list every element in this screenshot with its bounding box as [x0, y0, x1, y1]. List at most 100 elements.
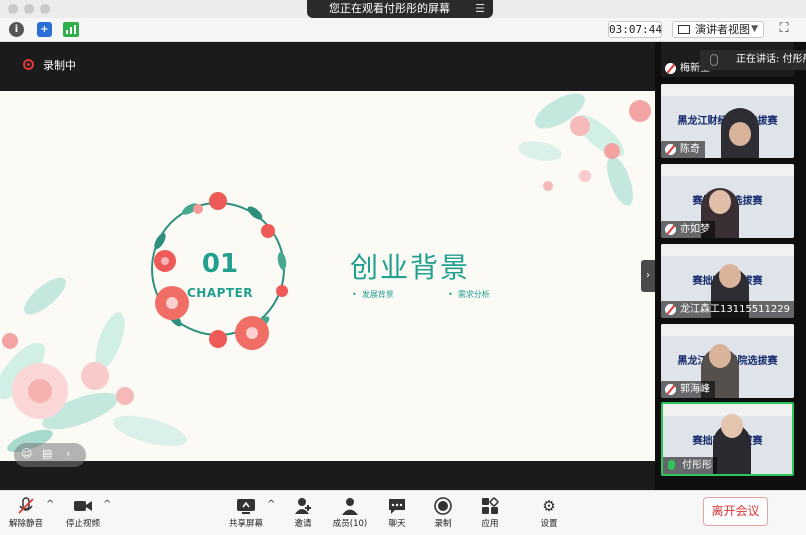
chevron-up-icon[interactable]: ^ [103, 499, 111, 510]
invite-button[interactable]: 邀请 [288, 491, 318, 535]
participant-head [729, 122, 751, 146]
participant-tile[interactable]: 赛拙赛区选拔赛 亦如梦 [661, 164, 794, 238]
record-button[interactable]: 录制 [428, 491, 458, 535]
mic-muted-icon [665, 304, 676, 315]
participant-name: 亦如梦 [680, 224, 710, 235]
chevron-down-icon: ▼ [751, 24, 758, 34]
active-speaker-indicator: 正在讲话: 付彤彤 [700, 50, 806, 70]
share-screen-label: 共享屏幕 [228, 519, 263, 529]
chevron-up-icon[interactable]: ^ [267, 499, 275, 510]
invite-icon [293, 496, 313, 516]
chapter-number: 01 [201, 249, 239, 279]
fullscreen-icon[interactable]: ⛶ [776, 21, 792, 37]
banner-logo-strip [661, 84, 794, 96]
chapter-label: CHAPTER [186, 286, 254, 300]
record-icon [433, 496, 453, 516]
share-screen-button[interactable]: 共享屏幕 [227, 491, 265, 535]
settings-label: 设置 [540, 519, 558, 529]
mic-icon [668, 460, 675, 470]
presentation-slide: 01 CHAPTER 创业背景 • 发展背景 • 需求分析 [0, 91, 655, 461]
participant-head [721, 414, 743, 438]
gear-icon: ⚙ [542, 497, 556, 515]
screen-share-banner[interactable]: 您正在观看付彤彤的屏幕 ☰ [307, 0, 493, 18]
mic-muted-icon [665, 63, 676, 74]
participant-namebar: 陈奇 [661, 141, 705, 158]
leave-meeting-button[interactable]: 离开会议 [703, 497, 768, 526]
mic-muted-icon [665, 224, 676, 235]
participant-tile[interactable]: 赛拙赛区选拔赛 付彤彤 [661, 402, 794, 476]
slide-bullet-1: • 发展背景 [352, 290, 394, 299]
slide-bullet-2-text: 需求分析 [457, 290, 490, 299]
minimize-window-icon[interactable] [24, 4, 34, 14]
slide-bullet-1-text: 发展背景 [361, 290, 394, 299]
recording-indicator: 录制中 [23, 57, 76, 73]
view-mode-label: 演讲者视图 [695, 23, 750, 36]
speaker-view-icon [678, 25, 690, 34]
floral-decoration [0, 93, 651, 453]
participant-tile[interactable]: 黑龙江财经学院选拔赛 陈奇 [661, 84, 794, 158]
emoji-icon[interactable]: ☺ [21, 447, 32, 460]
meeting-window: 您正在观看付彤彤的屏幕 ☰ i + 03:07:44 演讲者视图 ▼ ⛶ 录制中 [0, 0, 806, 535]
record-dot-icon [23, 59, 34, 70]
participant-head [709, 344, 731, 368]
mic-muted-icon [665, 384, 676, 395]
members-button[interactable]: 成员(10) [331, 491, 369, 535]
slide-bullet-2: • 需求分析 [448, 290, 490, 299]
participant-name: 陈奇 [680, 144, 700, 155]
participant-namebar: 郭海峰 [661, 381, 715, 398]
members-label: 成员(10) [332, 519, 368, 529]
banner-logo-strip [661, 164, 794, 176]
chat-label: 聊天 [388, 519, 406, 529]
view-mode-dropdown[interactable]: 演讲者视图 ▼ [672, 21, 764, 38]
participant-head [709, 190, 731, 214]
participant-tile[interactable]: 赛拙赛区选拔赛 龙江森工13115511229 [661, 244, 794, 318]
video-icon [73, 496, 93, 516]
participant-namebar: 亦如梦 [661, 221, 715, 238]
settings-button[interactable]: ⚙ 设置 [534, 491, 564, 535]
unmute-label: 解除静音 [8, 519, 43, 529]
stop-video-label: 停止视频 [65, 519, 100, 529]
active-speaker-label: 正在讲话: 付彤彤 [736, 54, 806, 65]
participant-name: 龙江森工13115511229 [680, 304, 790, 315]
meeting-controls-bar: 解除静音 ^ 停止视频 ^ 共享屏幕 ^ 邀请 成员(10) 聊天 录制 应用 … [0, 490, 806, 535]
chevron-up-icon[interactable]: ^ [46, 499, 54, 510]
shared-screen-area: 录制中 01 CHAPTER 创业背景 • 发展背景 • 需求分析 › ☺ ▤ … [0, 42, 655, 490]
apps-label: 应用 [481, 519, 499, 529]
participant-head [719, 264, 741, 288]
invite-label: 邀请 [294, 519, 312, 529]
apps-button[interactable]: 应用 [475, 491, 505, 535]
mic-off-icon [16, 496, 36, 516]
stop-video-button[interactable]: 停止视频 [63, 491, 103, 535]
collapse-panel-handle[interactable]: › [641, 260, 655, 292]
participant-tile[interactable]: 黑龙江财经学院选拔赛 郭海峰 [661, 324, 794, 398]
meeting-timer: 03:07:44 [608, 21, 662, 38]
banner-logo-strip [661, 244, 794, 256]
record-label: 录制 [434, 519, 452, 529]
signal-bars-icon[interactable] [63, 22, 79, 37]
chevron-left-icon[interactable]: ‹ [66, 447, 70, 460]
recording-label: 录制中 [43, 59, 76, 72]
reaction-toolbar[interactable]: ☺ ▤ ‹ [14, 443, 86, 467]
info-icon[interactable]: i [9, 22, 24, 37]
menu-lines-icon[interactable]: ☰ [475, 0, 485, 18]
close-window-icon[interactable] [8, 4, 18, 14]
window-titlebar: 您正在观看付彤彤的屏幕 ☰ [0, 0, 806, 18]
chat-button[interactable]: 聊天 [382, 491, 412, 535]
unmute-button[interactable]: 解除静音 [6, 491, 46, 535]
banner-logo-strip [661, 324, 794, 336]
slide-title: 创业背景 [350, 251, 471, 284]
screen-share-banner-label: 您正在观看付彤彤的屏幕 [329, 2, 450, 15]
participant-name: 郭海峰 [680, 384, 710, 395]
members-icon [340, 496, 360, 516]
shield-icon[interactable]: + [37, 22, 52, 37]
meeting-toolbar: i + 03:07:44 演讲者视图 ▼ ⛶ [0, 18, 806, 42]
share-screen-icon [236, 496, 256, 516]
mic-icon [710, 54, 718, 66]
participant-namebar: 付彤彤 [663, 457, 717, 474]
participant-name: 付彤彤 [682, 460, 712, 471]
chat-icon [387, 496, 407, 516]
participant-namebar: 龙江森工13115511229 [661, 301, 794, 318]
comment-icon[interactable]: ▤ [42, 447, 52, 460]
zoom-window-icon[interactable] [40, 4, 50, 14]
apps-icon [480, 496, 500, 516]
